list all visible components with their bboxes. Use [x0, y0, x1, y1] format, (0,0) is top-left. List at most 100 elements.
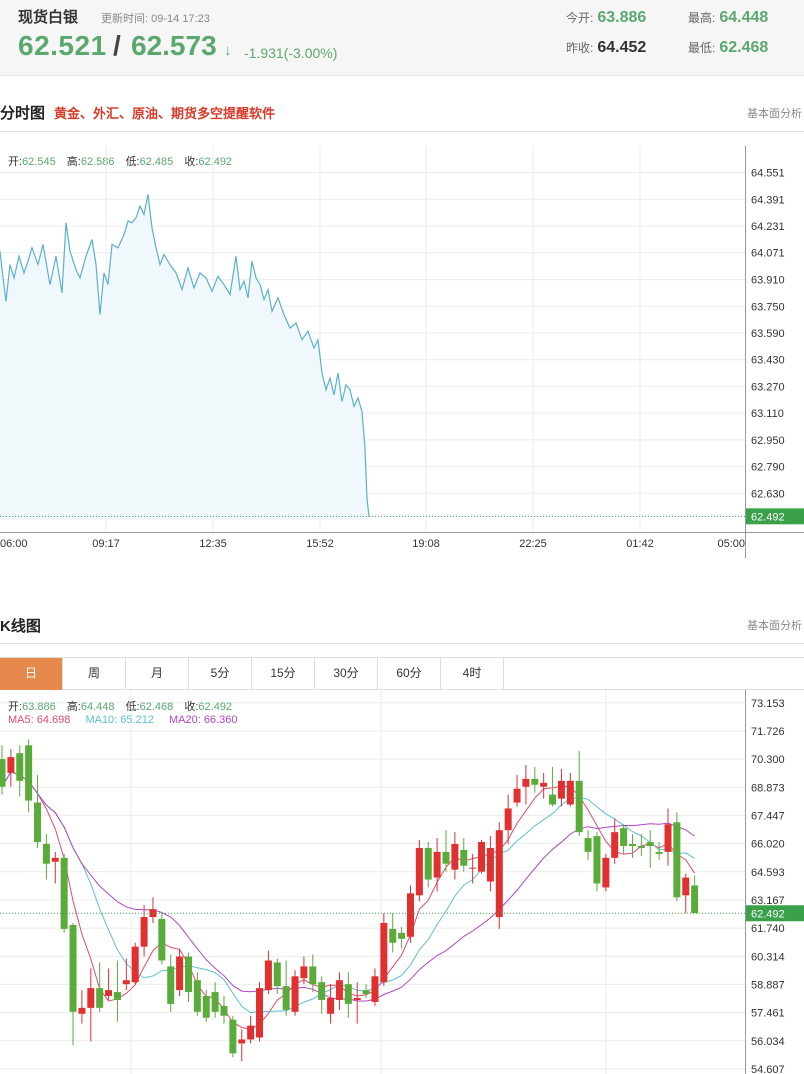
candle-body — [522, 778, 530, 787]
candle-body — [424, 847, 432, 880]
kline-low-label: 低: — [125, 701, 140, 713]
kline-high-label: 高: — [66, 701, 81, 713]
y-tick-label: 54.607 — [751, 1064, 785, 1074]
y-tick-label: 64.593 — [751, 867, 785, 879]
alert-software-link[interactable]: 黄金、外汇、原油、期货多空提醒软件 — [54, 103, 275, 122]
y-tick-label: 64.231 — [751, 221, 785, 233]
candle-body — [620, 828, 628, 846]
candle-body — [406, 893, 414, 937]
kline-fundamental-link[interactable]: 基本面分析 — [747, 617, 802, 633]
candle-body — [78, 1007, 86, 1014]
y-tick-label: 66.020 — [751, 839, 785, 851]
tab-weekly[interactable]: 周 — [63, 658, 126, 690]
tab-monthly[interactable]: 月 — [126, 658, 189, 690]
candle-body — [637, 845, 645, 848]
candle-body — [504, 808, 512, 831]
candle-body — [442, 851, 450, 864]
kline-close-label: 收: — [184, 701, 199, 713]
candle-body — [282, 986, 290, 1010]
candle-body — [540, 782, 548, 787]
update-time: 更新时间: 09-14 17:23 — [101, 10, 210, 26]
kline-close: 62.492 — [198, 701, 233, 713]
low-value: 62.468 — [719, 39, 769, 56]
candle-body — [300, 966, 308, 979]
y-tick-label: 70.300 — [751, 754, 785, 766]
candle-body — [176, 956, 184, 991]
candle-body — [220, 1005, 228, 1016]
candle-body — [264, 960, 272, 991]
candle-body — [513, 788, 521, 803]
kline-open-label: 开: — [8, 701, 23, 713]
ma-legend: MA5: 64.698 MA10: 65.212 MA20: 66.360 — [8, 714, 238, 726]
candle-body — [273, 962, 281, 987]
y-tick-label: 62.790 — [751, 462, 785, 474]
candle-body — [87, 988, 95, 1008]
candle-body — [566, 780, 574, 805]
candle-body — [460, 849, 468, 866]
candle-body — [69, 924, 77, 1012]
ma10-label: MA10: 65.212 — [85, 714, 154, 726]
ma20-label: MA20: 66.360 — [169, 714, 238, 726]
y-tick-label: 60.314 — [751, 951, 785, 963]
divider — [0, 131, 804, 132]
candle-body — [335, 980, 343, 1000]
candle-body — [238, 1039, 246, 1044]
y-tick-label: 64.551 — [751, 168, 785, 180]
candle-body — [25, 745, 33, 801]
low-stat: 最低: 62.468 — [688, 39, 768, 57]
tab-15min[interactable]: 15分 — [252, 658, 315, 690]
candle-body — [646, 842, 654, 846]
kline-chart[interactable]: 73.153 71.726 70.300 68.873 67.447 66.020 64.5… — [0, 690, 804, 1074]
y-tick-label: 63.910 — [751, 275, 785, 287]
candle-body — [664, 824, 672, 852]
price-separator: / — [113, 30, 121, 61]
y-tick-label: 63.750 — [751, 301, 785, 313]
candle-body — [51, 857, 59, 862]
divider — [0, 643, 804, 644]
high-stat: 最高: 64.448 — [688, 9, 768, 27]
y-tick-label: 64.391 — [751, 194, 785, 206]
candle-body — [202, 996, 210, 1018]
candle-body — [602, 857, 610, 888]
y-tick-label: 63.430 — [751, 355, 785, 367]
y-tick-label: 71.726 — [751, 726, 785, 738]
tab-daily[interactable]: 日 — [0, 658, 63, 690]
candle-body — [344, 984, 352, 1004]
open-label: 今开: — [566, 11, 594, 25]
tab-30min[interactable]: 30分 — [315, 658, 378, 690]
candle-body — [673, 822, 681, 898]
tab-60min[interactable]: 60分 — [378, 658, 441, 690]
y-tick-label: 63.110 — [751, 408, 784, 420]
y-tick-label: 62.950 — [751, 435, 785, 447]
tab-5min[interactable]: 5分 — [189, 658, 252, 690]
y-tick-label: 64.071 — [751, 248, 785, 260]
candle-body — [593, 836, 601, 884]
candle-body — [7, 757, 15, 773]
candle-body — [469, 867, 477, 869]
low-label: 最低: — [688, 41, 716, 55]
candle-body — [16, 753, 24, 781]
x-tick-label: 05:00 — [717, 538, 745, 550]
candle-body — [611, 832, 619, 858]
intraday-chart[interactable]: 64.551 64.391 64.231 64.071 63.910 63.750 63.5… — [0, 146, 804, 566]
intraday-title: 分时图 — [0, 105, 46, 122]
y-tick-label: 73.153 — [751, 698, 785, 710]
period-tabs: 日 周 月 5分 15分 30分 60分 4时 — [0, 657, 804, 690]
update-label: 更新时间: — [101, 13, 149, 25]
candle-body — [140, 917, 148, 947]
kline-ohlc: 开:63.886 高:64.448 低:62.468 收:62.492 — [8, 698, 240, 714]
candle-body — [247, 1025, 255, 1040]
tab-4hour[interactable]: 4时 — [441, 658, 504, 690]
last-price-label: 62.492 — [751, 908, 785, 920]
candle-body — [158, 919, 166, 961]
candle-body — [486, 847, 494, 882]
x-tick-label: 19:08 — [412, 538, 440, 550]
candle-body — [451, 843, 459, 870]
fundamental-analysis-link[interactable]: 基本面分析 — [747, 105, 802, 121]
y-tick-label: 68.873 — [751, 782, 785, 794]
update-value: 09-14 17:23 — [151, 13, 210, 25]
candle-body — [96, 988, 104, 1008]
kline-title: K线图 — [0, 618, 41, 635]
candle-body — [495, 830, 503, 918]
x-tick-label: 06:00 — [0, 538, 28, 550]
